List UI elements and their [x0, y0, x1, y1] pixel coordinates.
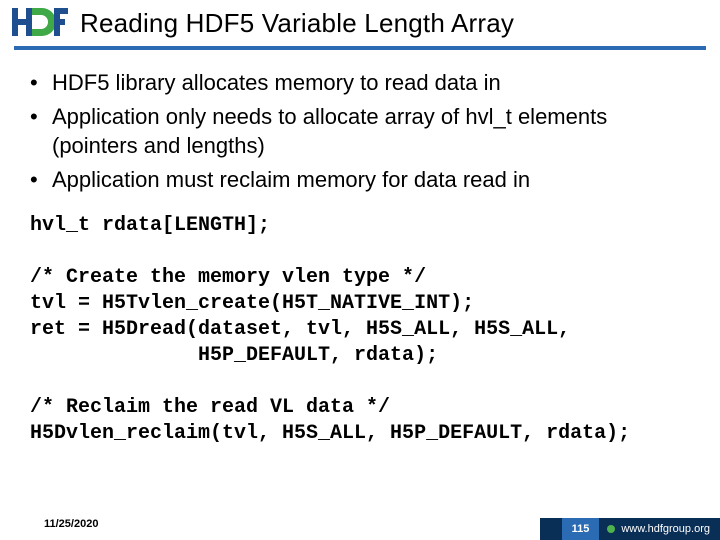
footer-url-dot-icon	[607, 525, 615, 533]
bullet-item: Application only needs to allocate array…	[30, 102, 690, 161]
body: HDF5 library allocates memory to read da…	[0, 50, 720, 195]
hdf-logo	[12, 6, 68, 40]
bullet-item: HDF5 library allocates memory to read da…	[30, 68, 690, 98]
header: Reading HDF5 Variable Length Array	[0, 0, 720, 40]
bullet-item: Application must reclaim memory for data…	[30, 165, 690, 195]
footer-right: 115 www.hdfgroup.org	[540, 518, 720, 540]
slide-title: Reading HDF5 Variable Length Array	[80, 8, 514, 39]
footer-url-text: www.hdfgroup.org	[621, 523, 710, 535]
footer-date: 11/25/2020	[44, 518, 98, 530]
slide: Reading HDF5 Variable Length Array HDF5 …	[0, 0, 720, 540]
footer-page-number: 115	[562, 518, 600, 540]
footer: 11/25/2020 115 www.hdfgroup.org	[0, 512, 720, 540]
code-block: hvl_t rdata[LENGTH]; /* Create the memor…	[0, 199, 720, 447]
footer-accent-block	[540, 518, 562, 540]
footer-url: www.hdfgroup.org	[599, 518, 720, 540]
bullet-list: HDF5 library allocates memory to read da…	[30, 68, 690, 195]
